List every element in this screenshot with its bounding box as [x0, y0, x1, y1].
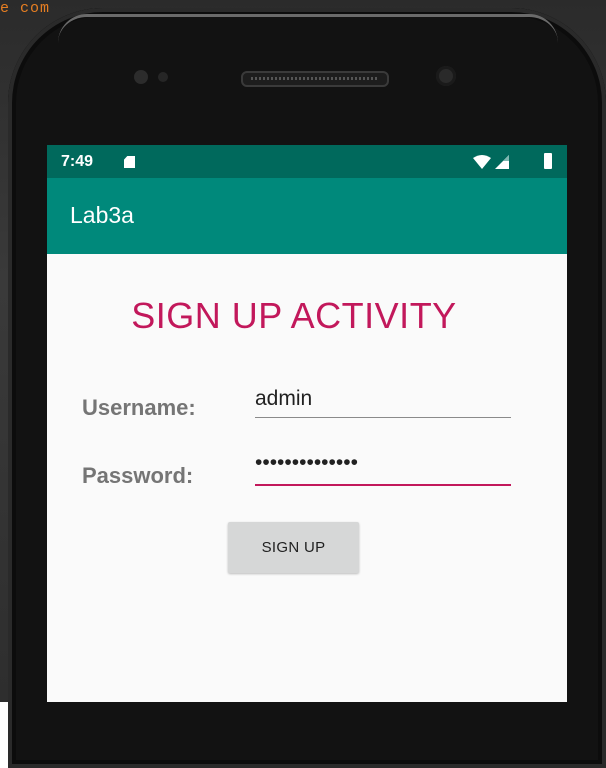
background-editor-text: e com: [0, 0, 50, 17]
battery-icon: [544, 153, 552, 169]
speaker-grill: [251, 77, 379, 80]
earpiece-speaker: [241, 71, 389, 87]
background-editor-text-value: e com: [0, 0, 51, 17]
app-bar: Lab3a: [47, 178, 567, 254]
phone-bezel-highlight: [58, 14, 558, 43]
signal-icon: [495, 155, 509, 169]
sd-card-icon: [124, 156, 135, 168]
status-bar: 7:49: [47, 145, 567, 178]
password-input[interactable]: ••••••••••••••: [255, 450, 511, 486]
status-time: 7:49: [61, 153, 94, 170]
front-camera-icon: [436, 66, 456, 86]
password-value: ••••••••••••••: [255, 451, 358, 474]
page-title: SIGN UP ACTIVITY: [131, 295, 457, 336]
username-input[interactable]: admin: [255, 383, 511, 418]
proximity-sensor-icon: [134, 70, 148, 84]
password-label: Password:: [82, 463, 194, 488]
username-label: Username:: [82, 395, 196, 420]
app-title: Lab3a: [70, 202, 134, 228]
light-sensor-icon: [158, 72, 168, 82]
phone-screen: 7:49 Lab3a SIGN UP ACTIVITY Username: ad…: [47, 145, 567, 702]
username-value: admin: [255, 387, 313, 410]
sign-up-button[interactable]: SIGN UP: [228, 522, 359, 573]
wifi-icon: [473, 155, 491, 169]
